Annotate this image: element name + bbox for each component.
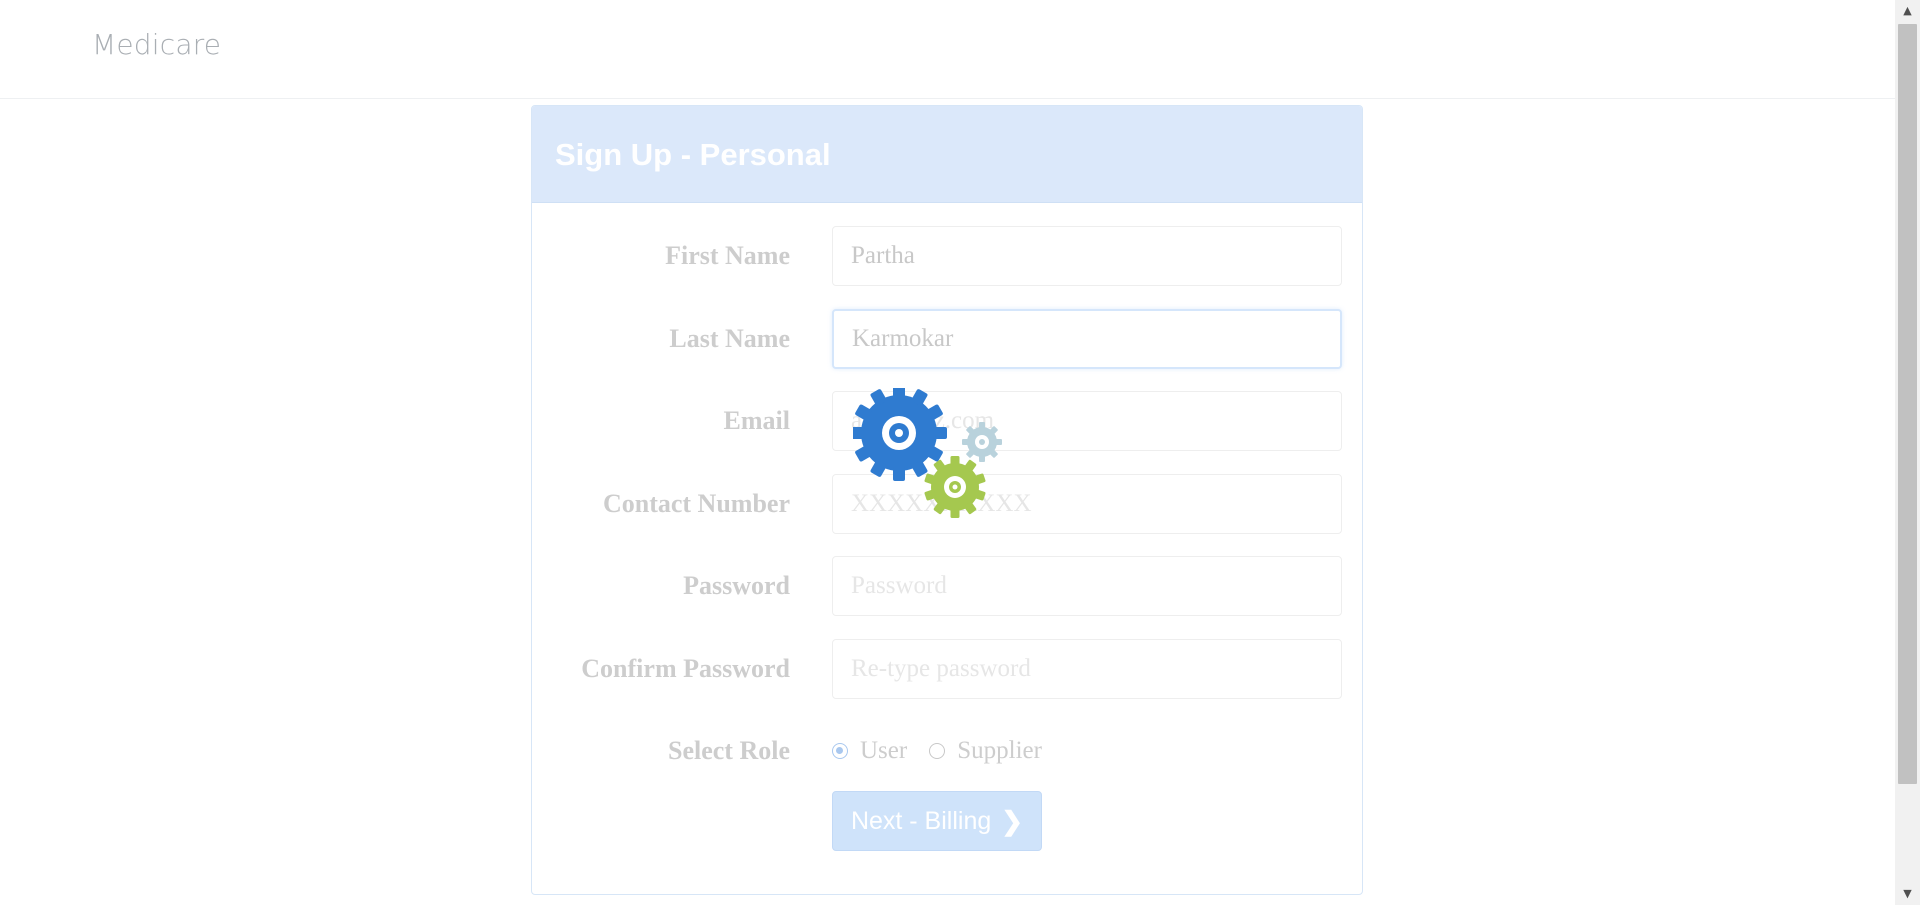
scrollbar-thumb[interactable]	[1898, 24, 1917, 784]
confirm-password-input[interactable]	[832, 639, 1342, 699]
role-user-radio[interactable]	[832, 743, 848, 759]
navbar: Medicare	[0, 0, 1895, 99]
last-name-label: Last Name	[669, 324, 790, 353]
select-role-label: Select Role	[667, 736, 790, 765]
password-input[interactable]	[832, 556, 1342, 616]
scroll-up-arrow-icon[interactable]: ▲	[1895, 0, 1920, 22]
last-name-input[interactable]	[832, 309, 1342, 369]
next-billing-button[interactable]: Next - Billing ❯	[832, 791, 1042, 851]
loading-gears-icon	[853, 388, 1002, 518]
role-user-label[interactable]: User	[860, 737, 907, 765]
password-row: Password	[532, 556, 1364, 616]
chevron-right-icon: ❯	[1001, 805, 1024, 836]
brand-logo[interactable]: Medicare	[92, 28, 221, 61]
email-label: Email	[723, 406, 790, 435]
vertical-scrollbar[interactable]: ▲ ▼	[1895, 0, 1920, 905]
role-supplier-radio[interactable]	[929, 743, 946, 759]
role-radio-group: User Supplier	[832, 721, 1064, 781]
large-gear-icon	[853, 388, 947, 481]
first-name-input[interactable]	[832, 226, 1342, 286]
confirm-password-row: Confirm Password	[532, 639, 1364, 699]
panel-header: Sign Up - Personal	[532, 106, 1362, 203]
select-role-row: Select Role User Supplier	[532, 721, 1364, 781]
first-name-label: First Name	[665, 241, 790, 270]
scroll-down-arrow-icon[interactable]: ▼	[1895, 883, 1920, 905]
confirm-password-label: Confirm Password	[581, 654, 790, 683]
small-gear-icon	[962, 422, 1002, 462]
last-name-row: Last Name	[532, 309, 1364, 369]
medium-gear-icon	[924, 456, 986, 518]
panel-title: Sign Up - Personal	[555, 137, 831, 172]
password-label: Password	[683, 571, 790, 600]
role-supplier-label[interactable]: Supplier	[957, 737, 1042, 765]
contact-number-label: Contact Number	[602, 489, 790, 518]
next-billing-label: Next - Billing	[850, 806, 992, 835]
first-name-row: First Name	[532, 226, 1364, 286]
